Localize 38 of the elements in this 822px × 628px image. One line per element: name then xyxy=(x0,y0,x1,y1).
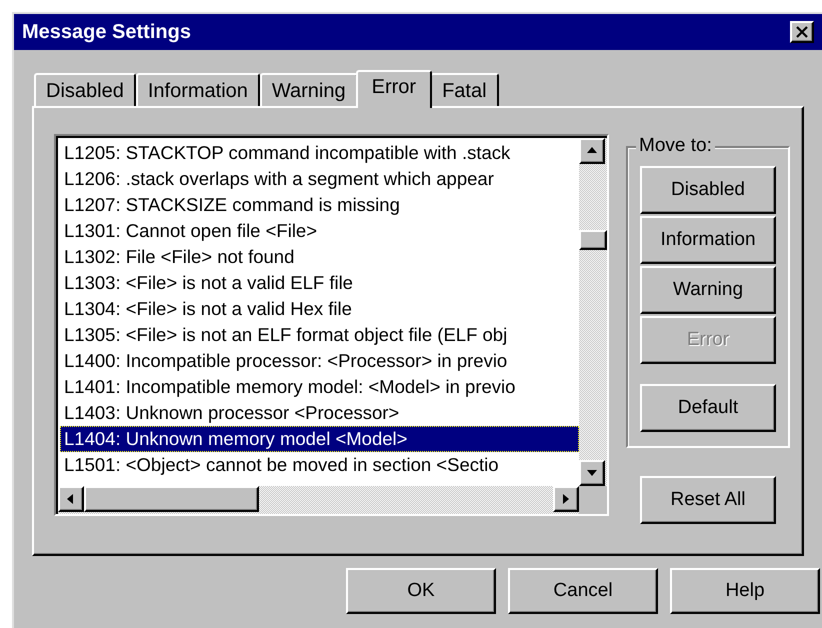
scrollbar-corner xyxy=(579,486,607,514)
scroll-thumb[interactable] xyxy=(579,230,607,250)
list-item[interactable]: L1501: <Object> cannot be moved in section <Sectio xyxy=(60,452,579,478)
scroll-thumb[interactable] xyxy=(84,486,259,512)
scroll-down-button[interactable] xyxy=(579,460,605,486)
list-item[interactable]: L1304: <File> is not a valid Hex file xyxy=(60,296,579,322)
button[interactable]: Information xyxy=(640,216,776,264)
close-button[interactable] xyxy=(790,21,814,43)
scroll-left-button[interactable] xyxy=(58,486,84,512)
horizontal-scrollbar[interactable] xyxy=(56,486,607,514)
scroll-up-button[interactable] xyxy=(579,138,605,164)
list-item[interactable]: L1205: STACKTOP command incompatible with .stack xyxy=(60,140,579,166)
button[interactable]: OK xyxy=(346,568,496,614)
list-item[interactable]: L1404: Unknown memory model <Model> xyxy=(60,426,579,452)
button[interactable]: Reset All xyxy=(640,476,776,524)
list-item[interactable]: L1206: .stack overlaps with a segment which appear xyxy=(60,166,579,192)
window-title: Message Settings xyxy=(22,20,191,45)
tab[interactable]: Disabled xyxy=(34,73,136,106)
button[interactable]: Default xyxy=(640,384,776,432)
list-item[interactable]: L1303: <File> is not a valid ELF file xyxy=(60,270,579,296)
list-item[interactable]: L1401: Incompatible memory model: <Model> in previo xyxy=(60,374,579,400)
tab[interactable]: Information xyxy=(136,73,260,106)
list-item[interactable]: L1305: <File> is not an ELF format object file (ELF obj xyxy=(60,322,579,348)
list-item[interactable]: L1400: Incompatible processor: <Processor> in previo xyxy=(60,348,579,374)
list-item[interactable]: L1403: Unknown processor <Processor> xyxy=(60,400,579,426)
close-icon xyxy=(796,26,808,38)
tab[interactable]: Fatal xyxy=(430,73,499,106)
button[interactable]: Disabled xyxy=(640,166,776,214)
button[interactable]: Help xyxy=(670,568,820,614)
list-item[interactable]: L1302: File <File> not found xyxy=(60,244,579,270)
button[interactable]: Cancel xyxy=(508,568,658,614)
list-item[interactable]: L1207: STACKSIZE command is missing xyxy=(60,192,579,218)
tab[interactable]: Error xyxy=(356,70,432,108)
button[interactable]: Warning xyxy=(640,266,776,314)
scroll-right-button[interactable] xyxy=(553,486,579,512)
list-item[interactable]: L1301: Cannot open file <File> xyxy=(60,218,579,244)
tab[interactable]: Warning xyxy=(260,73,358,106)
vertical-scrollbar[interactable] xyxy=(579,138,607,486)
